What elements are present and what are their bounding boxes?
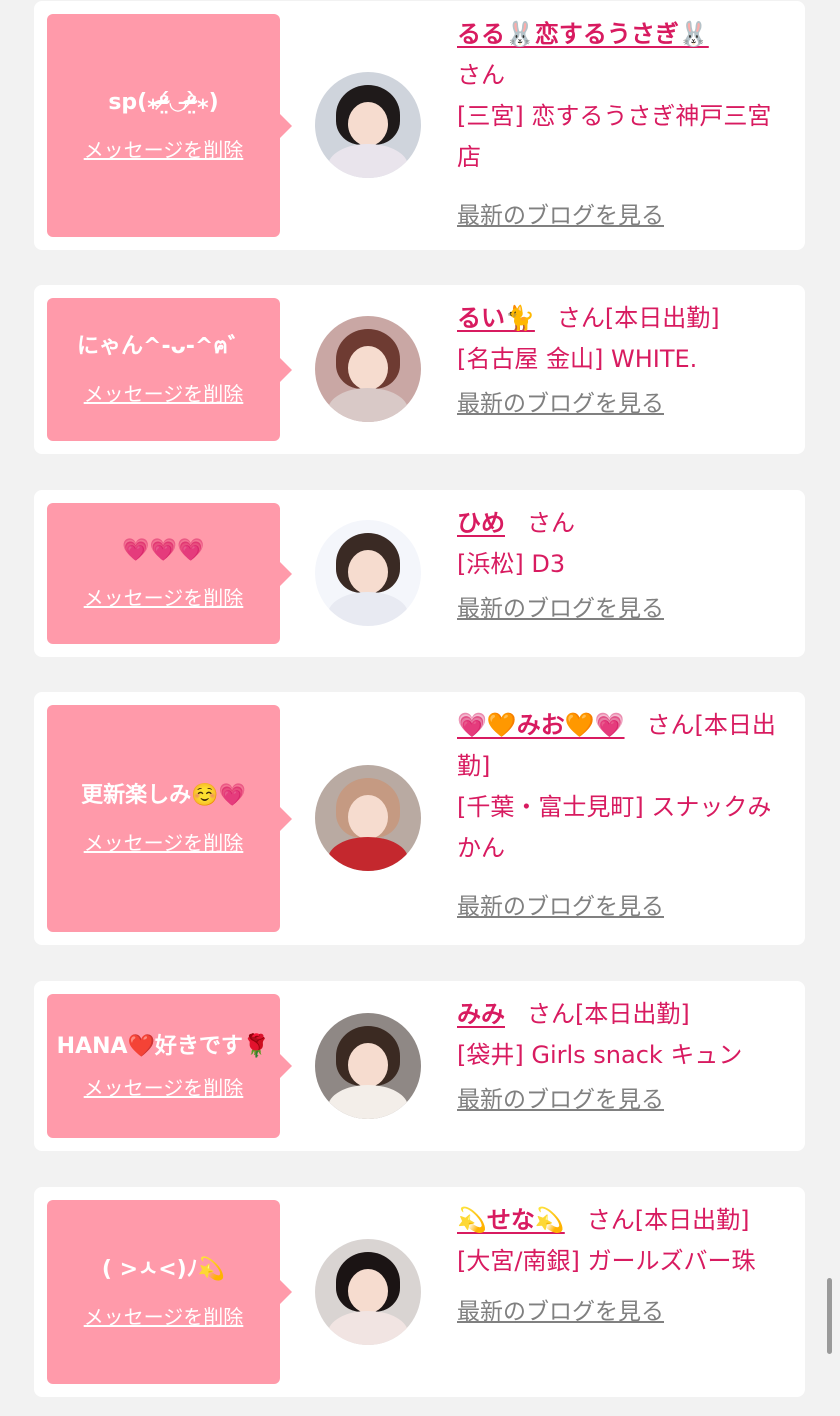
delete-message-link[interactable]: メッセージを削除 — [84, 1301, 244, 1330]
message-text: 💗💗💗 — [122, 538, 205, 563]
message-bubble: ( >ㅅ<)ﾉ💫 メッセージを削除 — [47, 1200, 292, 1384]
avatar[interactable] — [315, 765, 421, 871]
message-text: sp(⁎ᵒ̴̶̷̤́◡ᵒ̴̶̷̤̀⁎) — [108, 90, 219, 115]
attendance-status: [本日出勤] — [634, 1206, 750, 1234]
girl-name-link[interactable]: 💫せな💫 — [457, 1206, 565, 1234]
delete-message-link[interactable]: メッセージを削除 — [84, 1072, 244, 1101]
favorite-card: ( >ㅅ<)ﾉ💫 メッセージを削除 💫せな💫 さん[本日出勤] [大宮/南銀] ガ… — [34, 1187, 805, 1397]
shop-name: [三宮] 恋するうさぎ神戸三宮店 — [457, 102, 772, 171]
favorite-card: sp(⁎ᵒ̴̶̷̤́◡ᵒ̴̶̷̤̀⁎) メッセージを削除 るる🐰恋するうさぎ🐰 … — [34, 1, 805, 250]
honorific: さん — [527, 1000, 575, 1028]
message-bubble: 更新楽しみ☺️💗 メッセージを削除 — [47, 705, 292, 932]
attendance-status: [本日出勤] — [604, 304, 720, 332]
honorific: さん — [556, 304, 605, 332]
message-bubble: HANA❤️好きです🌹 メッセージを削除 — [47, 994, 292, 1138]
girl-info: みみ さん[本日出勤] [袋井] Girls snack キュン 最新のブログを見… — [457, 994, 793, 1121]
avatar[interactable] — [315, 1239, 421, 1345]
delete-message-link[interactable]: メッセージを削除 — [84, 134, 244, 163]
honorific: さん — [646, 711, 695, 739]
avatar-face — [348, 1042, 388, 1087]
avatar-body — [328, 1311, 408, 1345]
delete-message-link[interactable]: メッセージを削除 — [84, 582, 244, 611]
avatar[interactable] — [315, 316, 421, 422]
avatar-body — [328, 837, 408, 871]
avatar-body — [328, 592, 408, 626]
shop-name: [大宮/南銀] ガールズバー珠 — [457, 1247, 756, 1275]
avatar-face — [348, 101, 388, 146]
latest-blog-link[interactable]: 最新のブログを見る — [457, 1080, 664, 1121]
shop-name: [千葉・富士見町] スナックみかん — [457, 793, 772, 862]
girl-info: 💫せな💫 さん[本日出勤] [大宮/南銀] ガールズバー珠 最新のブログを見る — [457, 1200, 793, 1333]
girl-name-link[interactable]: 💗🧡みお🧡💗 — [457, 711, 625, 739]
shop-name: [名古屋 金山] WHITE. — [457, 345, 698, 373]
avatar[interactable] — [315, 520, 421, 626]
delete-message-link[interactable]: メッセージを削除 — [84, 378, 244, 407]
avatar-body — [328, 144, 408, 178]
girl-info: ひめ さん [浜松] D3 最新のブログを見る — [457, 503, 793, 630]
favorite-card: 💗💗💗 メッセージを削除 ひめ さん [浜松] D3 最新のブログを見る — [34, 490, 805, 657]
message-text: ( >ㅅ<)ﾉ💫 — [101, 1256, 226, 1282]
delete-message-link[interactable]: メッセージを削除 — [84, 827, 244, 856]
girl-name-link[interactable]: るる🐰恋するうさぎ🐰 — [457, 20, 709, 48]
message-bubble: sp(⁎ᵒ̴̶̷̤́◡ᵒ̴̶̷̤̀⁎) メッセージを削除 — [47, 14, 292, 237]
message-text: HANA❤️好きです🌹 — [56, 1033, 271, 1059]
girl-name-link[interactable]: みみ — [457, 1000, 505, 1028]
favorite-card: 更新楽しみ☺️💗 メッセージを削除 💗🧡みお🧡💗 さん[本日出勤] [千葉・富士見… — [34, 692, 805, 945]
girl-info: るる🐰恋するうさぎ🐰 さん [三宮] 恋するうさぎ神戸三宮店 最新のブログを見る — [457, 14, 793, 237]
girl-info: るい🐈 さん[本日出勤] [名古屋 金山] WHITE. 最新のブログを見る — [457, 298, 793, 425]
honorific: さん — [586, 1206, 635, 1234]
girl-name-link[interactable]: るい🐈 — [457, 304, 535, 332]
honorific: さん — [527, 509, 575, 537]
avatar-body — [328, 1085, 408, 1119]
favorite-card: にゃん^-ᴗ-^ฅ゛ メッセージを削除 るい🐈 さん[本日出勤] [名古屋 金山]… — [34, 285, 805, 454]
latest-blog-link[interactable]: 最新のブログを見る — [457, 384, 664, 425]
avatar-body — [328, 388, 408, 422]
avatar-face — [348, 549, 388, 594]
message-text: にゃん^-ᴗ-^ฅ゛ — [77, 334, 250, 359]
message-bubble: にゃん^-ᴗ-^ฅ゛ メッセージを削除 — [47, 298, 292, 441]
shop-name: [浜松] D3 — [457, 550, 566, 578]
honorific: さん — [457, 61, 505, 89]
girl-info: 💗🧡みお🧡💗 さん[本日出勤] [千葉・富士見町] スナックみかん 最新のブログを… — [457, 705, 793, 928]
avatar[interactable] — [315, 72, 421, 178]
latest-blog-link[interactable]: 最新のブログを見る — [457, 1292, 664, 1333]
attendance-status: [本日出勤] — [575, 1000, 690, 1028]
latest-blog-link[interactable]: 最新のブログを見る — [457, 887, 664, 928]
scrollbar[interactable] — [827, 1278, 832, 1354]
girl-name-link[interactable]: ひめ — [457, 509, 505, 537]
shop-name: [袋井] Girls snack キュン — [457, 1041, 743, 1069]
avatar-face — [348, 794, 388, 839]
avatar-face — [348, 345, 388, 390]
avatar[interactable] — [315, 1013, 421, 1119]
message-bubble: 💗💗💗 メッセージを削除 — [47, 503, 292, 644]
latest-blog-link[interactable]: 最新のブログを見る — [457, 196, 664, 237]
message-text: 更新楽しみ☺️💗 — [81, 783, 246, 808]
latest-blog-link[interactable]: 最新のブログを見る — [457, 589, 664, 630]
favorite-card: HANA❤️好きです🌹 メッセージを削除 みみ さん[本日出勤] [袋井] Gir… — [34, 981, 805, 1151]
avatar-face — [348, 1268, 388, 1313]
